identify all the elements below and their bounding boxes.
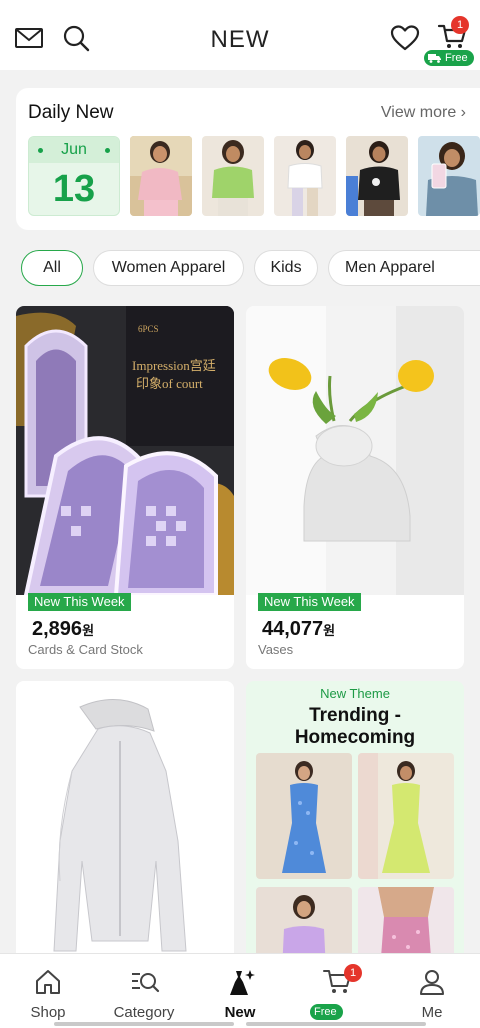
product-image: 6PCS Impression宫廷 印象of court	[16, 306, 234, 595]
daily-new-title: Daily New	[28, 102, 114, 123]
nav-new[interactable]: New	[192, 964, 288, 1024]
top-bar: NEW 1 Free	[0, 0, 480, 70]
image-text-line2: 印象of court	[136, 376, 203, 391]
nav-cart-badge: 1	[344, 964, 362, 982]
scroll-indicator	[54, 1022, 234, 1026]
free-shipping-badge: Free	[424, 50, 474, 66]
daily-new-card: Daily New View more › Jun 13	[16, 88, 480, 230]
date-month: Jun	[29, 137, 119, 163]
nav-free-label: Free	[314, 1006, 337, 1018]
cart-count-badge: 1	[451, 16, 469, 34]
price-value: 44,077	[262, 618, 324, 640]
product-price: 2,896원	[32, 618, 94, 641]
daily-new-thumb[interactable]	[202, 136, 264, 216]
nav-new-label: New	[224, 1004, 256, 1021]
theme-title: Trending - Homecoming	[294, 705, 416, 748]
bottom-nav: Shop Category New 1 Free Me	[0, 953, 480, 1028]
filter-chips: All Women Apparel Kids Men Apparel	[0, 250, 480, 286]
wishlist-heart-icon[interactable]	[389, 22, 421, 54]
trending-theme-card[interactable]: New Theme Trending - Homecoming	[246, 681, 464, 971]
nav-shop-label: Shop	[30, 1004, 66, 1021]
image-text-line1: Impression宫廷	[132, 358, 216, 373]
daily-new-thumb[interactable]	[346, 136, 408, 216]
daily-new-thumb[interactable]	[418, 136, 480, 216]
category-search-icon	[132, 973, 160, 993]
nav-cart[interactable]: 1 Free	[288, 964, 384, 1024]
dress-sparkle-icon	[230, 970, 255, 995]
daily-new-thumb[interactable]	[274, 136, 336, 216]
theme-photo[interactable]	[256, 753, 352, 879]
daily-new-thumb[interactable]	[130, 136, 192, 216]
free-shipping-badge: Free	[310, 1004, 357, 1020]
filter-chip-men-apparel[interactable]: Men Apparel	[328, 250, 480, 286]
product-card[interactable]: 6PCS Impression宫廷 印象of court New This We…	[16, 306, 234, 669]
date-badge: Jun 13	[28, 136, 120, 216]
truck-icon	[344, 1009, 357, 1018]
home-icon	[36, 970, 60, 994]
nav-shop[interactable]: Shop	[0, 964, 96, 1024]
image-text-pcs: 6PCS	[138, 324, 159, 334]
date-day: 13	[52, 168, 96, 210]
price-currency: 원	[82, 623, 95, 638]
scroll-indicator	[246, 1022, 426, 1026]
product-category: Vases	[258, 642, 294, 657]
nav-me-label: Me	[421, 1004, 443, 1021]
person-icon	[420, 970, 444, 995]
product-card[interactable]: New This Week 44,077원 Vases	[246, 306, 464, 669]
nav-me[interactable]: Me	[384, 964, 480, 1024]
filter-chip-all[interactable]: All	[21, 250, 83, 286]
nav-category[interactable]: Category	[96, 964, 192, 1024]
free-label: Free	[445, 52, 468, 64]
new-this-week-tag: New This Week	[258, 593, 361, 611]
product-category: Cards & Card Stock	[28, 642, 143, 657]
truck-icon	[428, 54, 441, 63]
product-price: 44,077원	[262, 618, 335, 641]
view-more-label: View more	[380, 104, 457, 121]
product-card[interactable]	[16, 681, 234, 971]
view-more-link[interactable]: View more ›	[381, 104, 466, 122]
price-currency: 원	[323, 623, 336, 638]
price-value: 2,896	[32, 618, 83, 640]
new-this-week-tag: New This Week	[28, 593, 131, 611]
product-image	[246, 306, 464, 595]
filter-chip-kids[interactable]: Kids	[254, 250, 318, 286]
theme-photo[interactable]	[358, 753, 454, 879]
filter-chip-women-apparel[interactable]: Women Apparel	[93, 250, 244, 286]
theme-kicker: New Theme	[320, 686, 390, 701]
chevron-right-icon: ›	[460, 104, 466, 121]
product-image	[16, 681, 234, 971]
nav-category-label: Category	[113, 1004, 175, 1021]
